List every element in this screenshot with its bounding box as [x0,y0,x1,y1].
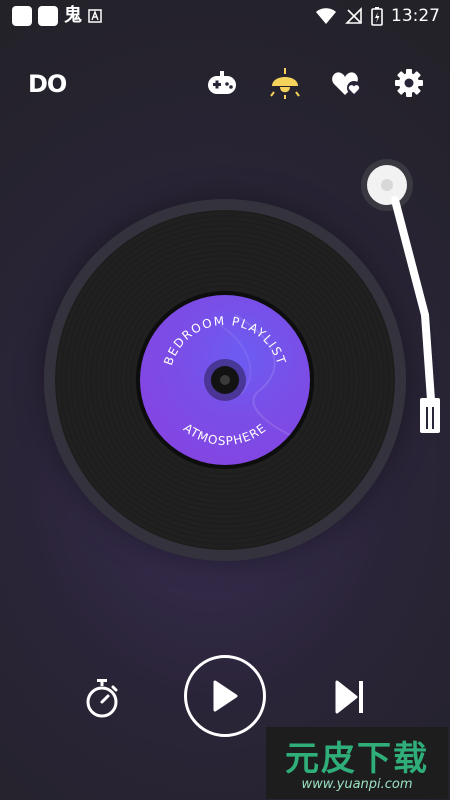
next-track-button[interactable] [332,678,368,716]
headshell-groove [432,407,434,429]
status-bar-right: 13:27 [315,5,440,27]
a-badge-icon [88,9,102,23]
skip-next-icon [335,680,363,714]
watermark: 元皮下载 www.yuanpi.com [266,727,448,799]
headshell-groove [426,407,428,429]
app-logo: DO [28,70,67,98]
lamp-button[interactable] [268,66,302,100]
status-bar-left: 鬼 [12,6,102,26]
play-button[interactable] [184,655,266,737]
play-icon [213,680,238,712]
status-bar: 鬼 13:27 [0,0,450,32]
game-button[interactable] [205,66,239,100]
battery-charging-icon [371,7,383,26]
settings-button[interactable] [392,66,426,100]
favorites-button[interactable] [330,66,364,100]
no-signal-icon [345,7,362,24]
gamepad-icon [208,71,236,94]
spindle-hole [220,375,230,385]
tonearm-rod [391,196,435,404]
notification-square-icon [38,6,58,26]
status-time: 13:27 [391,6,440,26]
timer-icon [86,679,118,718]
settings-icon [395,69,423,97]
tonearm[interactable] [355,155,445,440]
heart-icon [332,72,361,95]
wifi-icon [316,8,336,24]
tonearm-headshell [420,398,440,433]
tonearm-pivot-center [381,179,393,191]
lamp-icon [270,68,300,99]
watermark-title: 元皮下载 [285,739,429,779]
timer-button[interactable] [82,676,122,720]
notification-square-icon [12,6,32,26]
label-bottom-text: ATMOSPHERE [181,421,269,448]
app-notification-glyph: 鬼 [64,5,82,26]
watermark-url: www.yuanpi.com [301,777,413,792]
